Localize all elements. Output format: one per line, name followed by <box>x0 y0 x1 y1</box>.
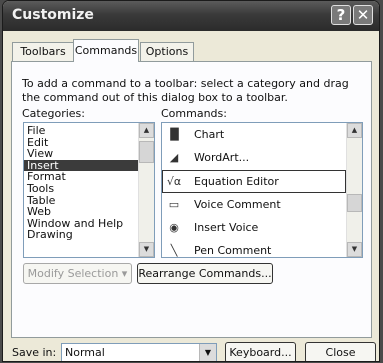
category-item[interactable]: Web <box>24 206 139 218</box>
category-item[interactable]: Drawing <box>24 229 139 241</box>
command-label: Insert Voice <box>194 221 259 235</box>
categories-list[interactable]: File Edit View Insert Format Tools Table Web Win… <box>23 122 155 258</box>
equation-icon: √α <box>166 174 182 188</box>
command-label: Chart <box>194 128 225 141</box>
help-button[interactable]: ? <box>331 5 351 25</box>
categories-label: Categories: <box>22 107 85 120</box>
window-title: Customize <box>12 7 94 23</box>
voice-comment-icon: ▭ <box>168 197 180 211</box>
command-label: WordArt... <box>194 151 250 165</box>
chevron-down-icon: ▾ <box>121 267 128 280</box>
commands-list[interactable]: ▐▌ Chart ◢ WordArt... √α Equation Editor ▭ Voic… <box>161 122 363 258</box>
command-item[interactable]: ◢ WordArt... <box>162 146 346 169</box>
commands-scrollbar[interactable]: ▲ ▼ <box>346 123 362 257</box>
chevron-down-icon[interactable]: ▼ <box>199 344 216 361</box>
command-label: Equation Editor <box>194 174 279 188</box>
save-in-label: Save in: <box>12 346 57 359</box>
tab-toolbars[interactable]: Toolbars <box>12 42 74 61</box>
chart-icon: ▐▌ <box>166 128 183 141</box>
modify-selection-label: Modify Selection <box>27 267 119 280</box>
category-item[interactable]: Tools <box>24 183 139 195</box>
scroll-up-icon[interactable]: ▲ <box>347 123 362 138</box>
instructions-text: To add a command to a toolbar: select a … <box>22 77 349 104</box>
customize-dialog: Customize ? ✕ Toolbars Commands Options … <box>2 0 380 362</box>
scroll-down-icon[interactable]: ▼ <box>139 242 154 257</box>
pen-comment-icon: ╲ <box>170 244 178 258</box>
command-item[interactable]: ▐▌ Chart <box>162 123 346 146</box>
scroll-thumb[interactable] <box>139 141 154 163</box>
title-bar[interactable]: Customize ? ✕ <box>3 1 379 31</box>
close-window-button[interactable]: ✕ <box>353 5 373 25</box>
keyboard-button[interactable]: Keyboard... <box>225 342 296 361</box>
scroll-down-icon[interactable]: ▼ <box>347 242 362 257</box>
tab-options[interactable]: Options <box>140 42 194 61</box>
modify-selection-button: Modify Selection ▾ <box>23 263 132 284</box>
rearrange-commands-button[interactable]: Rearrange Commands... <box>137 263 273 284</box>
tab-commands[interactable]: Commands <box>73 39 139 62</box>
insert-voice-icon: ◉ <box>169 221 179 235</box>
command-label: Pen Comment <box>194 244 272 258</box>
save-in-value: Normal <box>65 346 105 359</box>
scroll-thumb[interactable] <box>347 194 362 212</box>
command-item[interactable]: ▭ Voice Comment <box>162 193 346 216</box>
save-in-dropdown[interactable]: Normal ▼ <box>61 343 217 361</box>
command-item[interactable]: √α Equation Editor <box>162 169 346 193</box>
category-item[interactable]: File <box>24 125 139 137</box>
close-button[interactable]: Close <box>305 342 376 361</box>
categories-scrollbar[interactable]: ▲ ▼ <box>138 123 154 257</box>
command-label: Voice Comment <box>194 197 281 211</box>
commands-tab-panel: To add a command to a toolbar: select a … <box>11 61 372 338</box>
command-item[interactable]: ◉ Insert Voice <box>162 216 346 239</box>
wordart-icon: ◢ <box>169 151 179 165</box>
command-item[interactable]: ╲ Pen Comment <box>162 239 346 258</box>
scroll-up-icon[interactable]: ▲ <box>139 123 154 138</box>
commands-label: Commands: <box>161 107 227 120</box>
